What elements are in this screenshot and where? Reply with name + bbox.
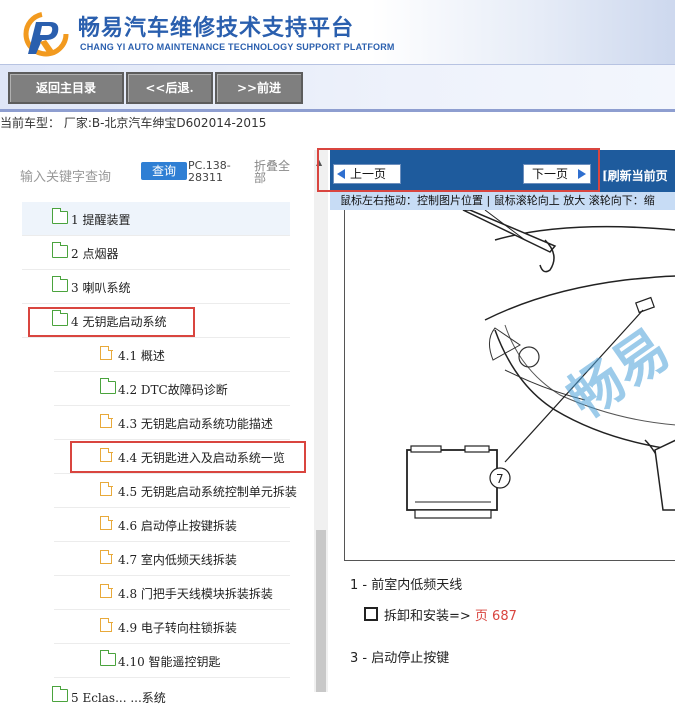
- nav-bar: 返回主目录 <<后退. >>前进: [0, 64, 675, 112]
- document-icon: [100, 345, 113, 360]
- checkbox-square-icon: [364, 607, 378, 621]
- document-icon: [100, 583, 113, 598]
- tree-item-4-6[interactable]: 4.6 启动停止按键拆装: [54, 508, 290, 542]
- scrollbar-thumb[interactable]: [316, 530, 326, 692]
- folder-icon: [99, 650, 116, 666]
- search-button[interactable]: 查询: [141, 162, 187, 180]
- tree-item-4-2[interactable]: 4.2 DTC故障码诊断: [54, 372, 290, 406]
- folder-icon: [51, 242, 68, 258]
- back-button[interactable]: <<后退.: [126, 72, 213, 104]
- tree-item-1[interactable]: 1 提醒装置: [22, 202, 290, 236]
- tree-item-4-1[interactable]: 4.1 概述: [54, 338, 290, 372]
- viewer-hint-bar: 鼠标左右拖动：控制图片位置 | 鼠标滚轮向上 放大 滚轮向下：缩: [330, 192, 675, 210]
- tree-item-4-8[interactable]: 4.8 门把手天线模块拆装拆装: [54, 576, 290, 610]
- document-icon: [100, 413, 113, 428]
- page-reference-link[interactable]: 页 687: [475, 609, 517, 624]
- caption-item-3: 3 - 启动停止按键: [350, 651, 450, 666]
- search-row: 输入关键字查询 查询 PC.138-28311 折叠全部: [20, 160, 310, 190]
- document-icon: [100, 515, 113, 530]
- caption-item-1: 1 - 前室内低频天线: [350, 578, 463, 593]
- folder-icon: [51, 276, 68, 292]
- current-vehicle-text: 当前车型： 厂家:B-北京汽车绅宝D602014-2015: [0, 116, 267, 130]
- callout-number: 7: [496, 472, 504, 486]
- tree-item-4-10[interactable]: 4.10 智能遥控钥匙: [54, 644, 290, 678]
- app-header: 畅易汽车维修技术支持平台 CHANG YI AUTO MAINTENANCE T…: [0, 0, 675, 64]
- tree-item-3[interactable]: 3 喇叭系统: [22, 270, 290, 304]
- tree-item-5[interactable]: 5 Eclas... ...系统: [22, 680, 290, 713]
- tree-item-4-9[interactable]: 4.9 电子转向柱锁拆装: [54, 610, 290, 644]
- tree-item-4-3[interactable]: 4.3 无钥匙启动系统功能描述: [54, 406, 290, 440]
- watermark-text: 畅易: [556, 317, 675, 431]
- highlight-box-item-4-4: [70, 441, 306, 473]
- platform-title: 畅易汽车维修技术支持平台: [78, 16, 355, 41]
- viewer-hint-text: 鼠标左右拖动：控制图片位置 | 鼠标滚轮向上 放大 滚轮向下：缩: [340, 194, 655, 207]
- caption-item-1-link: 拆卸和安装=> 页 687: [364, 605, 517, 624]
- document-viewer: 上一页 下一页 [刷新当前页 鼠标左右拖动：控制图片位置 | 鼠标滚轮向上 放大…: [330, 150, 675, 692]
- diagram-image[interactable]: 7 畅易: [344, 210, 675, 561]
- folder-icon: [51, 208, 68, 224]
- platform-logo: [23, 11, 69, 57]
- car-interior-diagram: 7 畅易: [406, 210, 675, 519]
- refresh-page-link[interactable]: [刷新当前页: [602, 167, 668, 184]
- document-icon: [100, 481, 113, 496]
- document-icon: [100, 617, 113, 632]
- highlight-box-page-nav: [317, 148, 600, 192]
- forward-button[interactable]: >>前进: [215, 72, 303, 104]
- home-button[interactable]: 返回主目录: [8, 72, 124, 104]
- tree-item-4-7[interactable]: 4.7 室内低频天线拆装: [54, 542, 290, 576]
- catalog-scrollbar[interactable]: ▲: [314, 150, 328, 692]
- folder-icon: [51, 686, 68, 702]
- document-code: PC.138-28311: [188, 159, 231, 184]
- collapse-all-button[interactable]: 折叠全部: [254, 160, 298, 184]
- catalog-panel: 输入关键字查询 查询 PC.138-28311 折叠全部 1 提醒装置 2 点烟…: [0, 150, 315, 705]
- document-icon: [100, 549, 113, 564]
- tree-item-4-5[interactable]: 4.5 无钥匙启动系统控制单元拆装: [54, 474, 297, 508]
- highlight-box-item-4: [28, 307, 195, 337]
- folder-icon: [99, 378, 116, 394]
- tree-item-2[interactable]: 2 点烟器: [22, 236, 290, 270]
- platform-subtitle: CHANG YI AUTO MAINTENANCE TECHNOLOGY SUP…: [80, 42, 395, 52]
- search-input[interactable]: 输入关键字查询: [20, 166, 111, 185]
- current-vehicle: 当前车型： 厂家:B-北京汽车绅宝D602014-2015: [0, 113, 675, 149]
